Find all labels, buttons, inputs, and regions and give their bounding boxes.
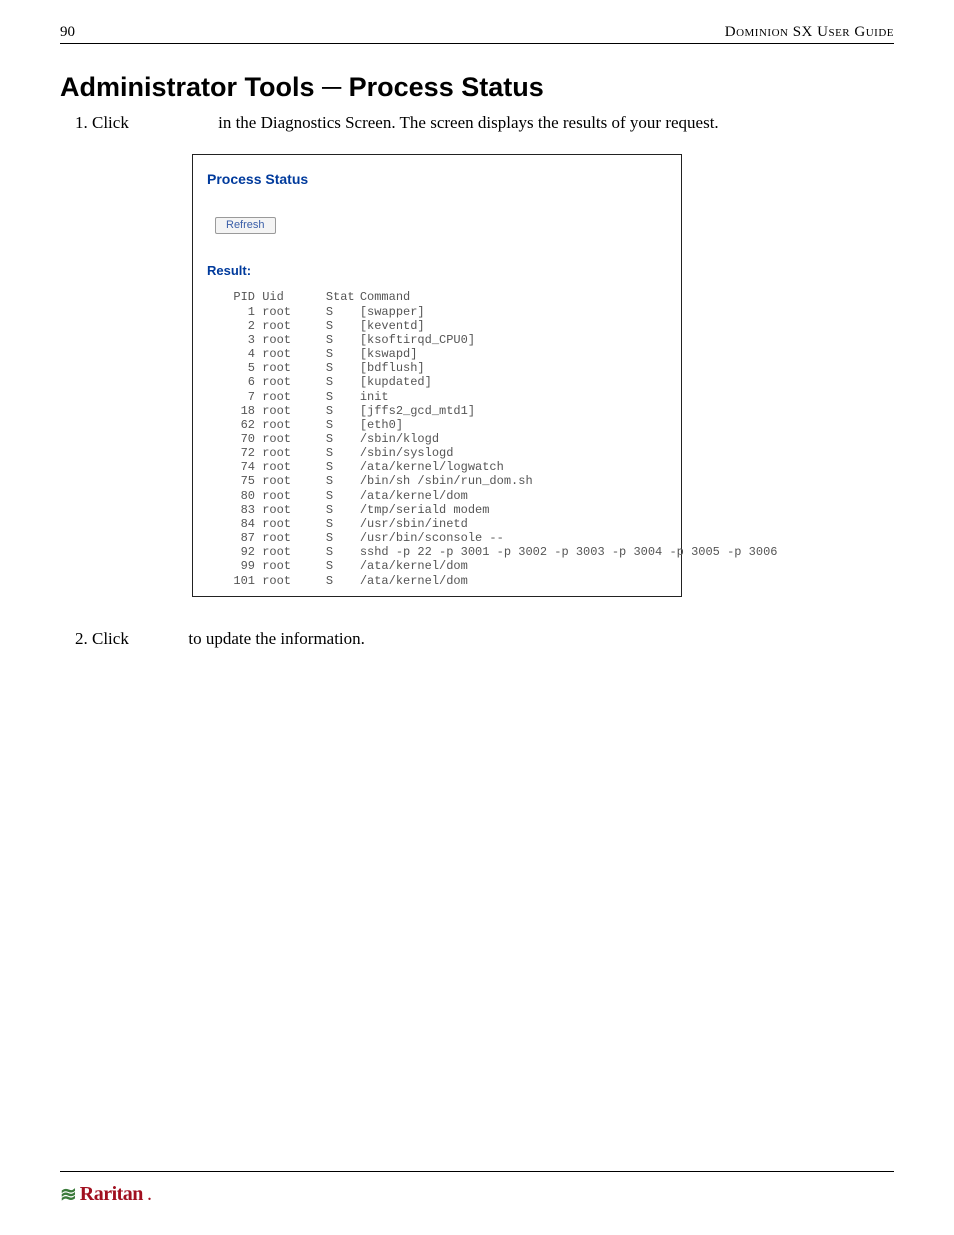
- process-row: 83 root S/tmp/seriald modem: [213, 503, 667, 517]
- process-row: 7 root Sinit: [213, 390, 667, 404]
- result-label: Result:: [207, 262, 667, 281]
- refresh-button[interactable]: Refresh: [215, 217, 276, 234]
- step-1-gap: [129, 113, 218, 132]
- screenshot-container: Process Status Refresh Result: PID Uid S…: [192, 154, 894, 597]
- process-table: PID Uid StatCommand1 root S[swapper]2 ro…: [213, 290, 667, 587]
- guide-title: Dominion SX User Guide: [725, 24, 894, 41]
- process-row: 2 root S[keventd]: [213, 319, 667, 333]
- process-row: 1 root S[swapper]: [213, 305, 667, 319]
- step-2-gap: [129, 629, 189, 648]
- page-footer: ≋ Raritan.: [60, 1171, 894, 1207]
- process-row: 84 root S/usr/sbin/inetd: [213, 517, 667, 531]
- process-row: 62 root S[eth0]: [213, 418, 667, 432]
- step-2-prefix: Click: [92, 629, 129, 648]
- panel-title: Process Status: [207, 169, 667, 189]
- step-2: Click to update the information.: [92, 627, 894, 652]
- process-status-panel: Process Status Refresh Result: PID Uid S…: [192, 154, 682, 597]
- process-row: 70 root S/sbin/klogd: [213, 432, 667, 446]
- step-1-rest: in the Diagnostics Screen. The screen di…: [218, 113, 719, 132]
- process-row: 99 root S/ata/kernel/dom: [213, 559, 667, 573]
- process-row: 6 root S[kupdated]: [213, 375, 667, 389]
- step-2-rest: to update the information.: [188, 629, 365, 648]
- section-title: Administrator Tools ─ Process Status: [60, 72, 894, 103]
- brand-text: Raritan: [80, 1183, 143, 1206]
- process-table-header: PID Uid StatCommand: [213, 290, 667, 304]
- process-row: 101 root S/ata/kernel/dom: [213, 574, 667, 588]
- process-row: 3 root S[ksoftirqd_CPU0]: [213, 333, 667, 347]
- process-row: 18 root S[jffs2_gcd_mtd1]: [213, 404, 667, 418]
- process-row: 72 root S/sbin/syslogd: [213, 446, 667, 460]
- process-row: 75 root S/bin/sh /sbin/run_dom.sh: [213, 474, 667, 488]
- page-number: 90: [60, 24, 75, 41]
- process-row: 5 root S[bdflush]: [213, 361, 667, 375]
- page: 90 Dominion SX User Guide Administrator …: [0, 0, 954, 1235]
- brand-dot: .: [147, 1183, 152, 1206]
- process-row: 74 root S/ata/kernel/logwatch: [213, 460, 667, 474]
- page-header: 90 Dominion SX User Guide: [60, 24, 894, 44]
- step-1: Click in the Diagnostics Screen. The scr…: [92, 111, 894, 597]
- brand-icon: ≋: [60, 1182, 73, 1207]
- process-row: 92 root Ssshd -p 22 -p 3001 -p 3002 -p 3…: [213, 545, 667, 559]
- brand-logo: ≋ Raritan.: [60, 1182, 894, 1207]
- step-list: Click in the Diagnostics Screen. The scr…: [70, 111, 894, 651]
- step-1-prefix: Click: [92, 113, 129, 132]
- process-row: 87 root S/usr/bin/sconsole --: [213, 531, 667, 545]
- process-row: 4 root S[kswapd]: [213, 347, 667, 361]
- process-row: 80 root S/ata/kernel/dom: [213, 489, 667, 503]
